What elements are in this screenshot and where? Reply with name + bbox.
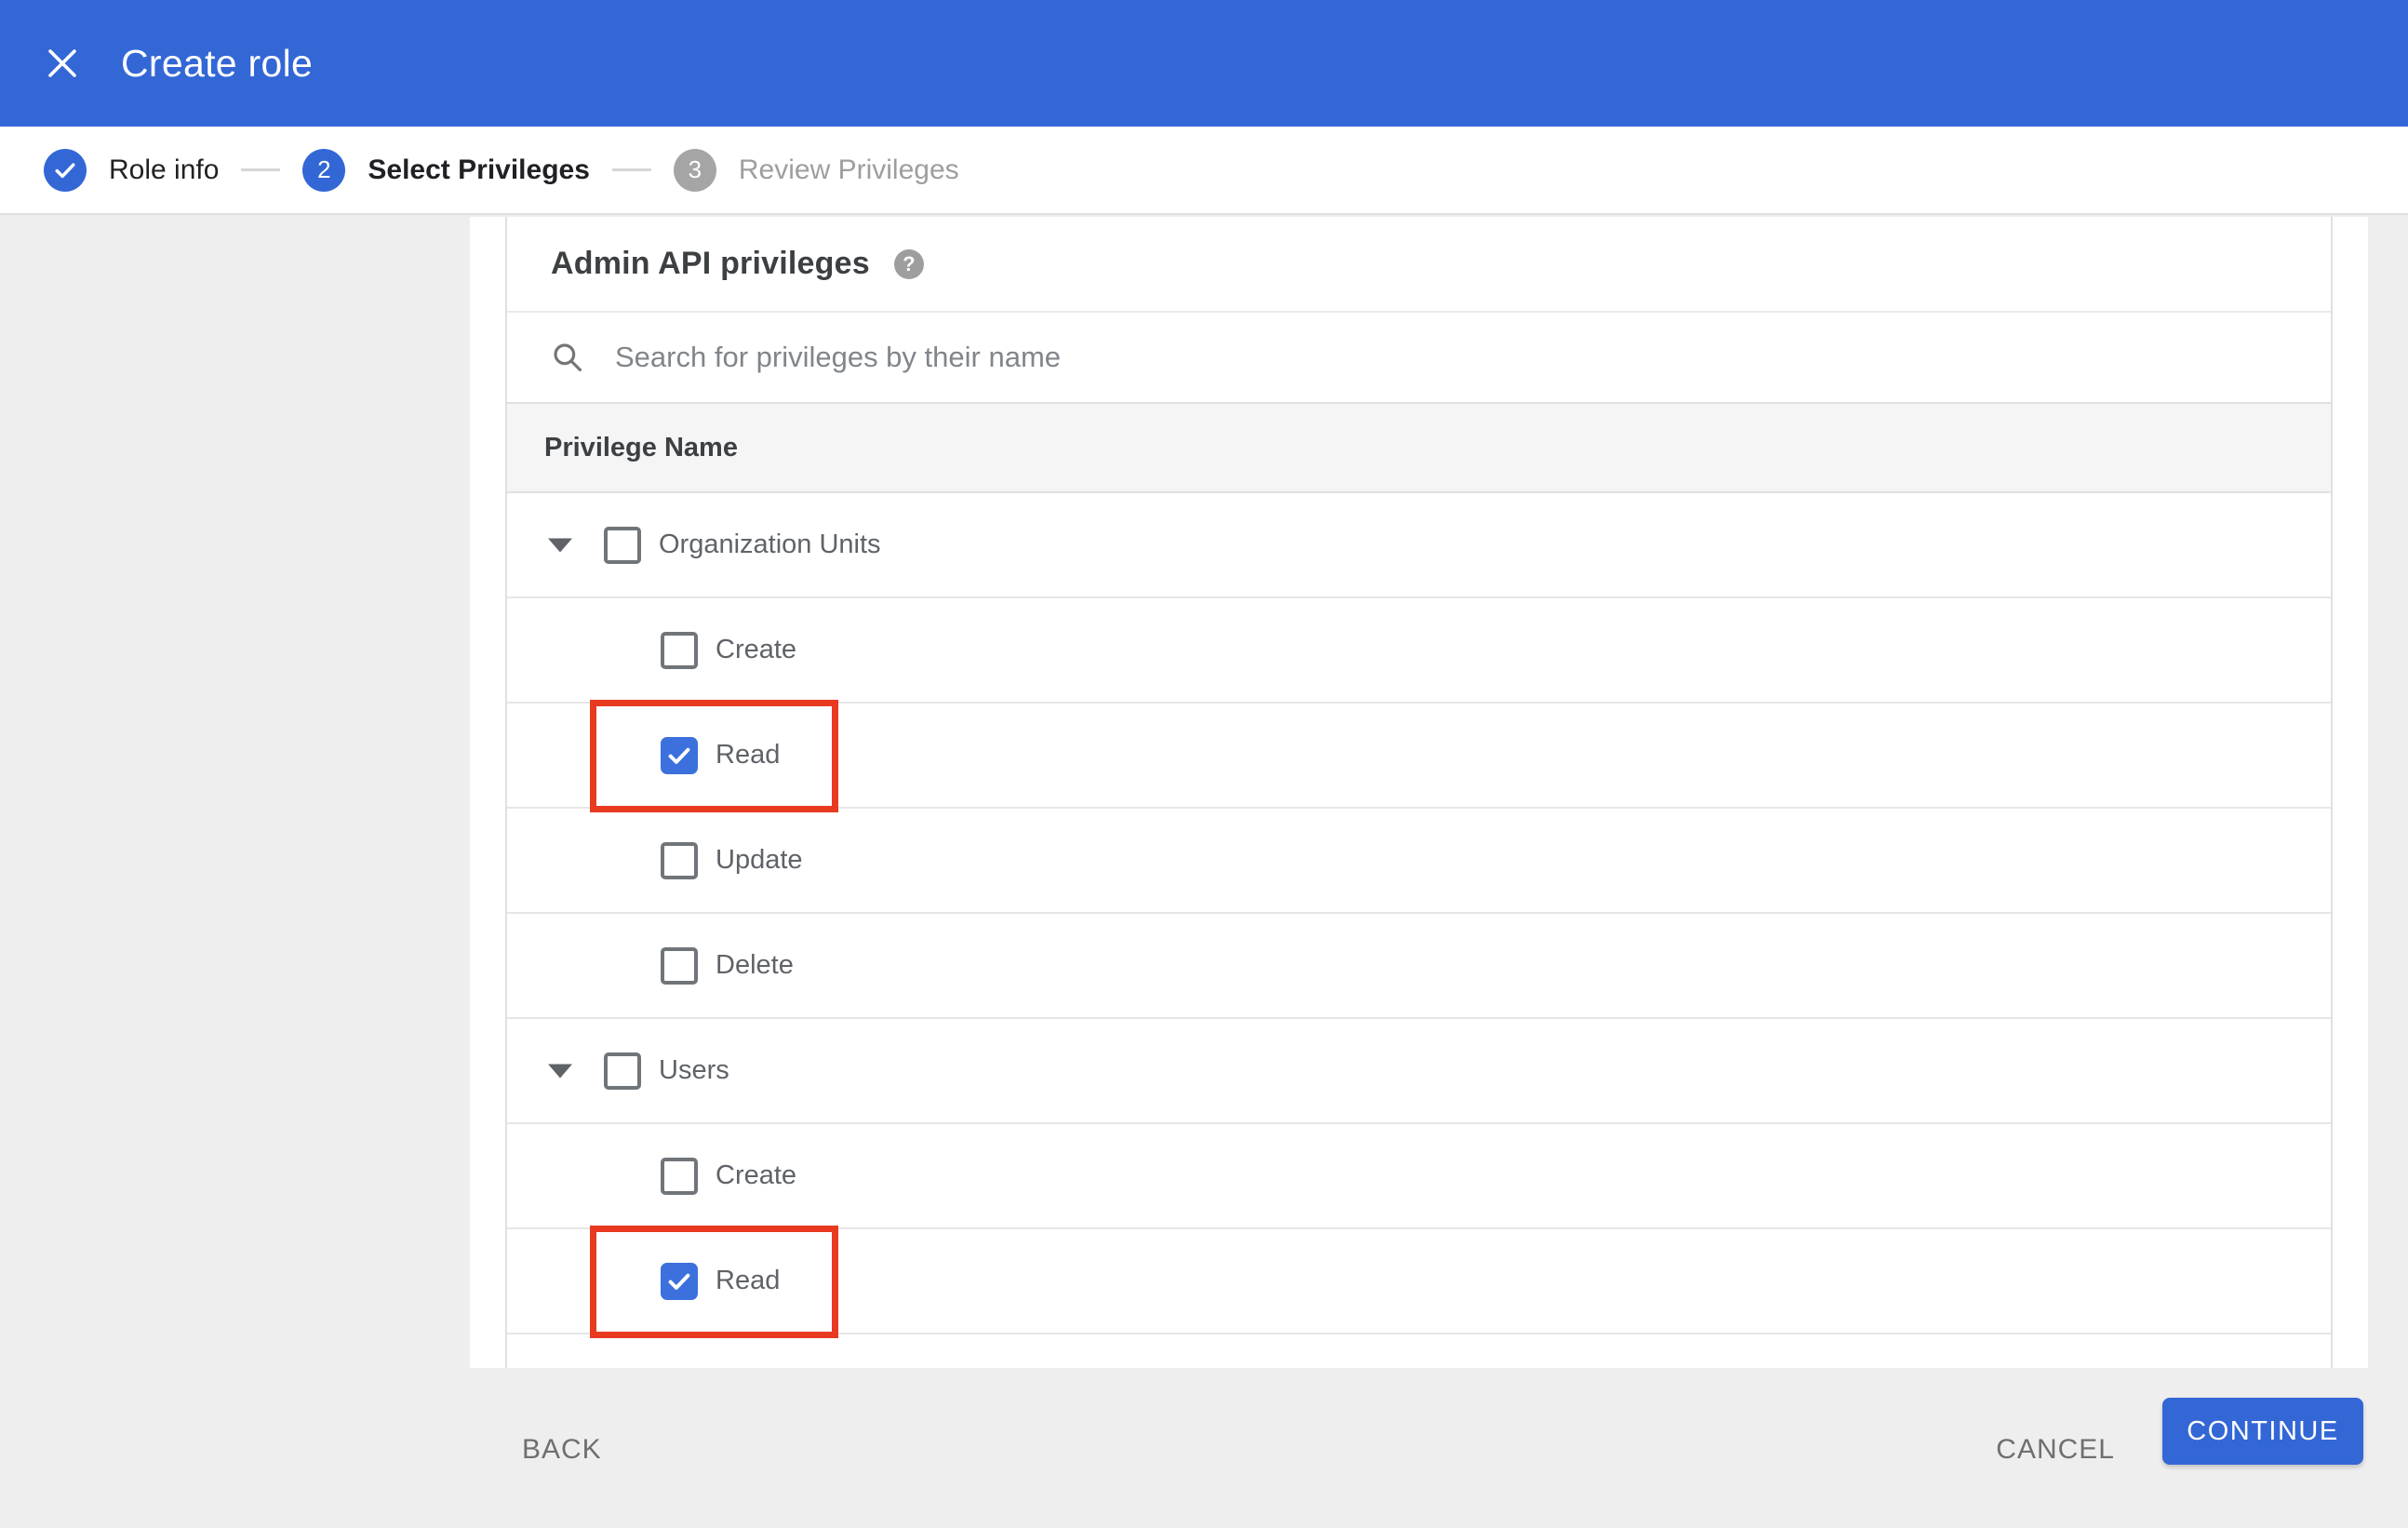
table-row-organization-units: Organization Units	[507, 493, 2331, 598]
privilege-label: Delete	[716, 950, 794, 980]
checkbox-organization-units[interactable]	[604, 526, 641, 564]
privilege-label: Users	[659, 1055, 729, 1085]
table-header: Privilege Name	[507, 404, 2331, 493]
privilege-name-column-header: Privilege Name	[544, 432, 738, 462]
checkbox-organization-units-create[interactable]	[661, 631, 698, 669]
privilege-label: Read	[716, 1266, 781, 1295]
section-heading-row: Admin API privileges ?	[507, 217, 2331, 313]
checkbox-users[interactable]	[604, 1052, 641, 1090]
dialog-title: Create role	[121, 41, 314, 85]
checkbox-organization-units-update[interactable]	[661, 841, 698, 879]
step-number-circle: 2	[302, 148, 346, 192]
check-icon	[55, 162, 75, 178]
checkbox-checked-organization-units-read[interactable]	[661, 736, 698, 774]
table-row-users-read: Read	[507, 1226, 2331, 1338]
highlight-red-box	[590, 1226, 838, 1338]
check-icon	[668, 1273, 690, 1290]
collapse-triangle-icon[interactable]	[548, 538, 572, 552]
collapse-triangle-icon[interactable]	[548, 1064, 572, 1078]
highlight-red-box	[590, 700, 838, 812]
privilege-search-row	[507, 313, 2331, 404]
step-label: Select Privileges	[368, 154, 590, 185]
stepper-connector	[611, 168, 651, 171]
privileges-card: Admin API privileges ? Privilege Name Or…	[505, 217, 2333, 1368]
close-icon[interactable]	[30, 31, 95, 96]
table-row-organization-units-read: Read	[507, 700, 2331, 812]
back-button[interactable]: BACK	[522, 1416, 602, 1483]
table-row-organization-units-update: Update	[507, 809, 2331, 914]
privilege-rows: Organization Units Create Read Update Delete…	[507, 493, 2331, 1338]
close-x-glyph	[48, 49, 76, 77]
footer: BACK CANCEL CONTINUE	[0, 1368, 2408, 1528]
table-row-organization-units-delete: Delete	[507, 914, 2331, 1019]
step-role-info[interactable]: Role info	[44, 148, 220, 192]
table-row-users: Users	[507, 1019, 2331, 1124]
check-icon	[668, 747, 690, 764]
table-row-partial	[507, 1334, 2331, 1366]
checkbox-checked-users-read[interactable]	[661, 1262, 698, 1300]
step-review-privileges: 3 Review Privileges	[673, 148, 959, 192]
step-label: Review Privileges	[738, 154, 959, 185]
step-number-circle: 3	[673, 148, 716, 192]
help-icon[interactable]: ?	[893, 248, 924, 279]
privilege-label: Organization Units	[659, 529, 881, 559]
stepper-connector	[241, 168, 281, 171]
table-row-users-create: Create	[507, 1124, 2331, 1229]
content-panel: Admin API privileges ? Privilege Name Or…	[470, 217, 2368, 1368]
privilege-label: Create	[716, 635, 797, 664]
cancel-button[interactable]: CANCEL	[1996, 1416, 2115, 1483]
checkbox-users-create[interactable]	[661, 1157, 698, 1195]
stepper: Role info 2 Select Privileges 3 Review P…	[0, 127, 2408, 215]
step-complete-check-circle	[44, 148, 87, 192]
step-select-privileges[interactable]: 2 Select Privileges	[302, 148, 590, 192]
app-bar: Create role	[0, 0, 2408, 127]
table-row-organization-units-create: Create	[507, 598, 2331, 704]
continue-button[interactable]: CONTINUE	[2162, 1398, 2363, 1465]
privilege-label: Read	[716, 740, 781, 770]
step-label: Role info	[109, 154, 220, 185]
section-title: Admin API privileges	[551, 246, 870, 281]
search-input[interactable]	[615, 341, 2011, 374]
search-icon	[554, 343, 582, 372]
checkbox-organization-units-delete[interactable]	[661, 946, 698, 985]
privilege-label: Create	[716, 1160, 797, 1190]
privilege-label: Update	[716, 845, 803, 875]
